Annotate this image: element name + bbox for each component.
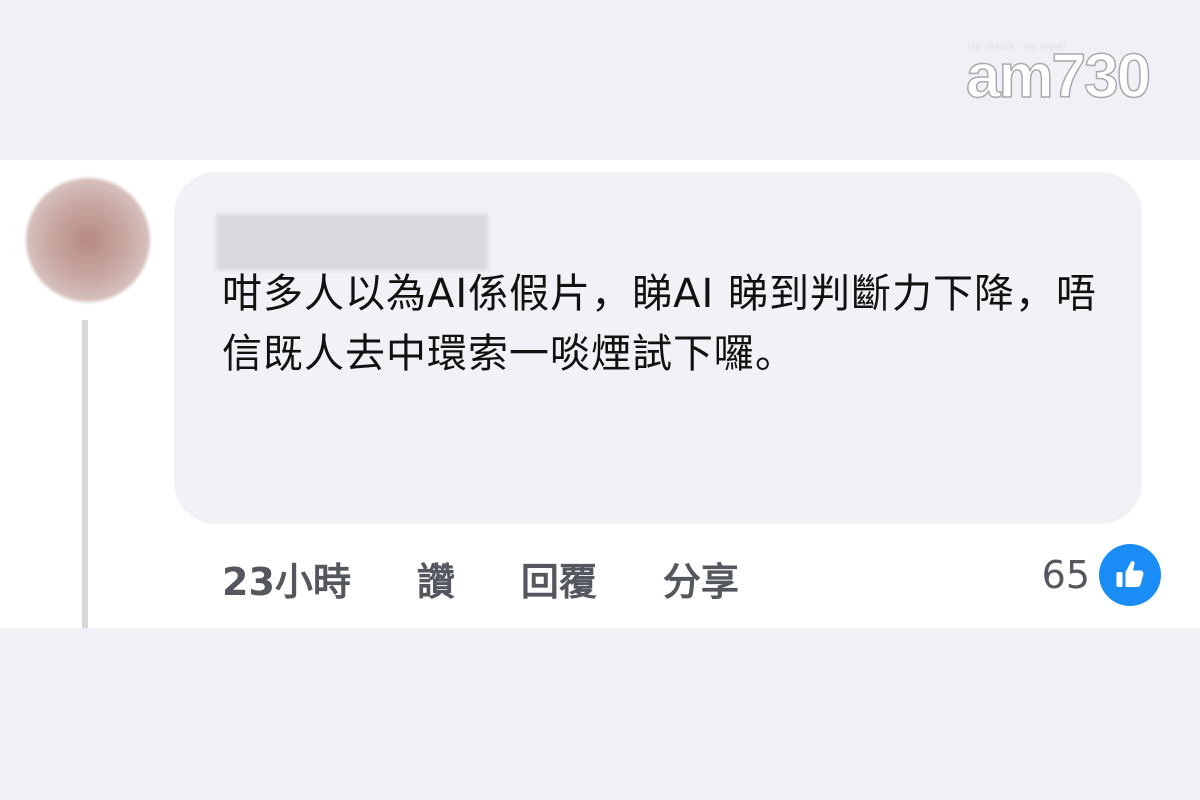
thumbs-up-icon [1096, 541, 1164, 609]
logo-wordmark: am730 [965, 41, 1152, 112]
like-button[interactable]: 讚 [417, 551, 455, 606]
bottom-background [0, 628, 1200, 800]
comment-text: 咁多人以為AI係假片，睇AI 睇到判斷力下降，唔信既人去中環索一啖煙試下囉。 [222, 271, 1098, 377]
am730-logo: my choice · my paper am730 [965, 38, 1152, 112]
share-button[interactable]: 分享 [663, 551, 739, 606]
comment-timestamp[interactable]: 23小時 [222, 551, 351, 606]
like-count: 65 [1041, 553, 1090, 597]
comment-bubble: 咁多人以為AI係假片，睇AI 睇到判斷力下降，唔信既人去中環索一啖煙試下囉。 [174, 172, 1142, 524]
thread-line [82, 320, 88, 628]
comment-actions: 23小時 讚 回覆 分享 [222, 548, 805, 608]
reply-button[interactable]: 回覆 [521, 551, 597, 606]
reaction-summary[interactable]: 65 [1042, 540, 1164, 610]
commenter-name-redacted[interactable] [216, 214, 488, 270]
avatar[interactable] [26, 178, 150, 302]
